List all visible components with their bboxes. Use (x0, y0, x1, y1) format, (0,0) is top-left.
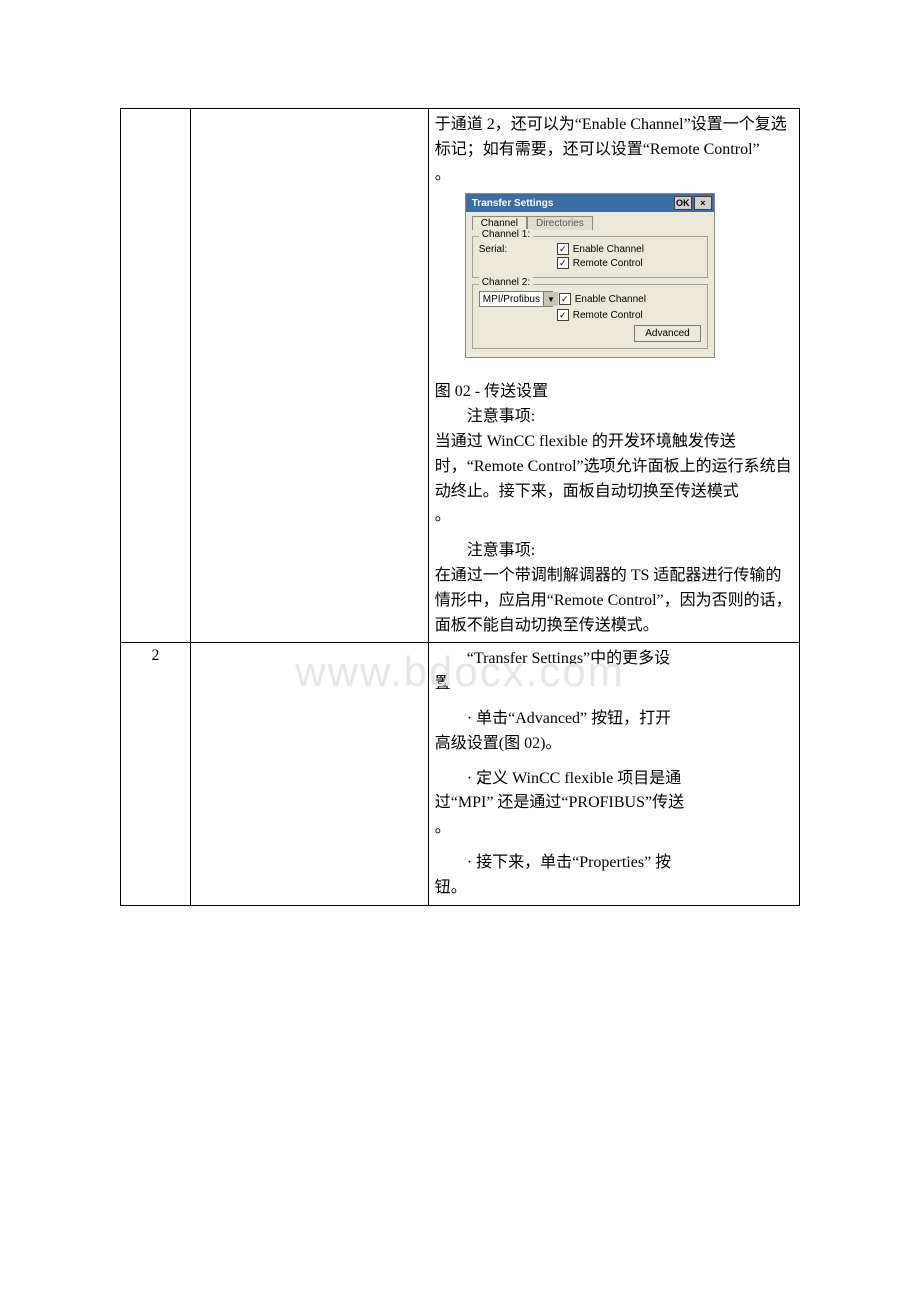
enable-channel2-label: Enable Channel (575, 294, 646, 305)
row1-para3: 在通过一个带调制解调器的 TS 适配器进行传输的情形中，应启用“Remote C… (435, 564, 793, 638)
row2-p1-line1: “Transfer Settings”中的更多设 (435, 647, 793, 672)
text: · 接下来，单击“ (467, 854, 579, 871)
transfer-settings-dialog: Transfer Settings OK × Channel Directori… (465, 193, 715, 358)
text: ” 还是通过“ (486, 794, 568, 811)
text: 过“ (435, 794, 458, 811)
text: PROFIBUS (569, 794, 645, 811)
text: 置 (435, 675, 451, 692)
enable-channel1-checkbox[interactable]: ✓ (557, 243, 569, 255)
remote-control2-label: Remote Control (573, 310, 643, 321)
row2-p4-line1: · 接下来，单击“Properties” 按 (435, 851, 793, 876)
channel2-select-value: MPI/Profibus (480, 294, 543, 305)
row2-p3-line1: · 定义 WinCC flexible 项目是通 (435, 767, 793, 792)
dialog-title: Transfer Settings (472, 198, 554, 209)
row2-col1: 2 (121, 643, 191, 905)
row1-col2 (190, 109, 428, 643)
dialog-body: Channel Directories Channel 1: Serial: ✓… (466, 212, 714, 357)
text: Remote Control (474, 458, 577, 475)
group-channel2: Channel 2: MPI/Profibus ▼ ✓ Enable Chann… (472, 284, 708, 349)
text: MPI (458, 794, 486, 811)
spacer (435, 362, 793, 380)
text: ” (753, 141, 760, 158)
row1-para2-end: 。 (435, 504, 793, 529)
remote-control1-label: Remote Control (573, 258, 643, 269)
text: ” 按 (644, 854, 671, 871)
text: Enable Channel (582, 116, 684, 133)
row2-col2 (190, 643, 428, 905)
group-channel1-label: Channel 1: (479, 229, 533, 240)
row2-p2-line1: · 单击“Advanced” 按钮，打开 (435, 707, 793, 732)
text: Properties (579, 854, 644, 871)
row1-para1-end: 。 (435, 163, 793, 188)
text: 。 (435, 819, 451, 836)
row2-p3-line2: 过“MPI” 还是通过“PROFIBUS”传送 (435, 791, 793, 816)
spacer (435, 529, 793, 539)
row1-para1: 于通道 2，还可以为“Enable Channel”设置一个复选标记；如有需要，… (435, 113, 793, 163)
row2-p2-line2: 高级设置(图 02)。 (435, 732, 793, 757)
enable-channel1-label: Enable Channel (573, 244, 644, 255)
advanced-button[interactable]: Advanced (634, 325, 700, 342)
text: ” 按钮，打开 (580, 710, 671, 727)
text: Remote Control (554, 592, 657, 609)
close-button[interactable]: × (694, 196, 712, 210)
tab-directories[interactable]: Directories (527, 216, 593, 230)
row2-p4-line2: 钮。 (435, 876, 793, 901)
text: · 单击“ (467, 710, 515, 727)
text: 。 (435, 166, 451, 183)
group-channel2-label: Channel 2: (479, 277, 533, 288)
spacer (435, 757, 793, 767)
row2-p1-line2: 置 (435, 672, 793, 697)
text: · 定义 WinCC flexible 项目是通 (467, 770, 681, 787)
dialog-titlebar: Transfer Settings OK × (466, 194, 714, 212)
row2-col3: “Transfer Settings”中的更多设 置 · 单击“Advanced… (428, 643, 799, 905)
remote-control2-checkbox[interactable]: ✓ (557, 309, 569, 321)
text: “ (467, 650, 474, 667)
text: 于通道 2，还可以为“ (435, 116, 582, 133)
tab-channel[interactable]: Channel (472, 216, 527, 230)
chevron-down-icon: ▼ (543, 292, 558, 306)
enable-channel2-checkbox[interactable]: ✓ (559, 293, 571, 305)
text: 钮。 (435, 879, 467, 896)
row1-para2: 当通过 WinCC flexible 的开发环境触发传送时，“Remote Co… (435, 430, 793, 504)
content-table: 于通道 2，还可以为“Enable Channel”设置一个复选标记；如有需要，… (120, 108, 800, 906)
figure-caption: 图 02 - 传送设置 (435, 380, 793, 405)
group-channel1: Channel 1: Serial: ✓ Enable Channel ✓ Re (472, 236, 708, 278)
text: 高级设置(图 02)。 (435, 735, 562, 752)
text: 。 (435, 507, 451, 524)
row1-col3: 于通道 2，还可以为“Enable Channel”设置一个复选标记；如有需要，… (428, 109, 799, 643)
text: Transfer Settings (474, 650, 583, 667)
serial-label: Serial: (479, 244, 557, 255)
ok-button[interactable]: OK (674, 196, 692, 210)
text: Remote Control (650, 141, 753, 158)
row2-p3-line3: 。 (435, 816, 793, 841)
note2-heading: 注意事项: (435, 539, 793, 564)
remote-control1-checkbox[interactable]: ✓ (557, 257, 569, 269)
channel2-select[interactable]: MPI/Profibus ▼ (479, 291, 553, 307)
text: Advanced (515, 710, 580, 727)
note1-heading: 注意事项: (435, 405, 793, 430)
text: ”传送 (645, 794, 684, 811)
spacer (435, 841, 793, 851)
spacer (435, 697, 793, 707)
text: ”中的更多设 (583, 650, 670, 667)
row1-col1 (121, 109, 191, 643)
step-number: 2 (151, 647, 159, 664)
